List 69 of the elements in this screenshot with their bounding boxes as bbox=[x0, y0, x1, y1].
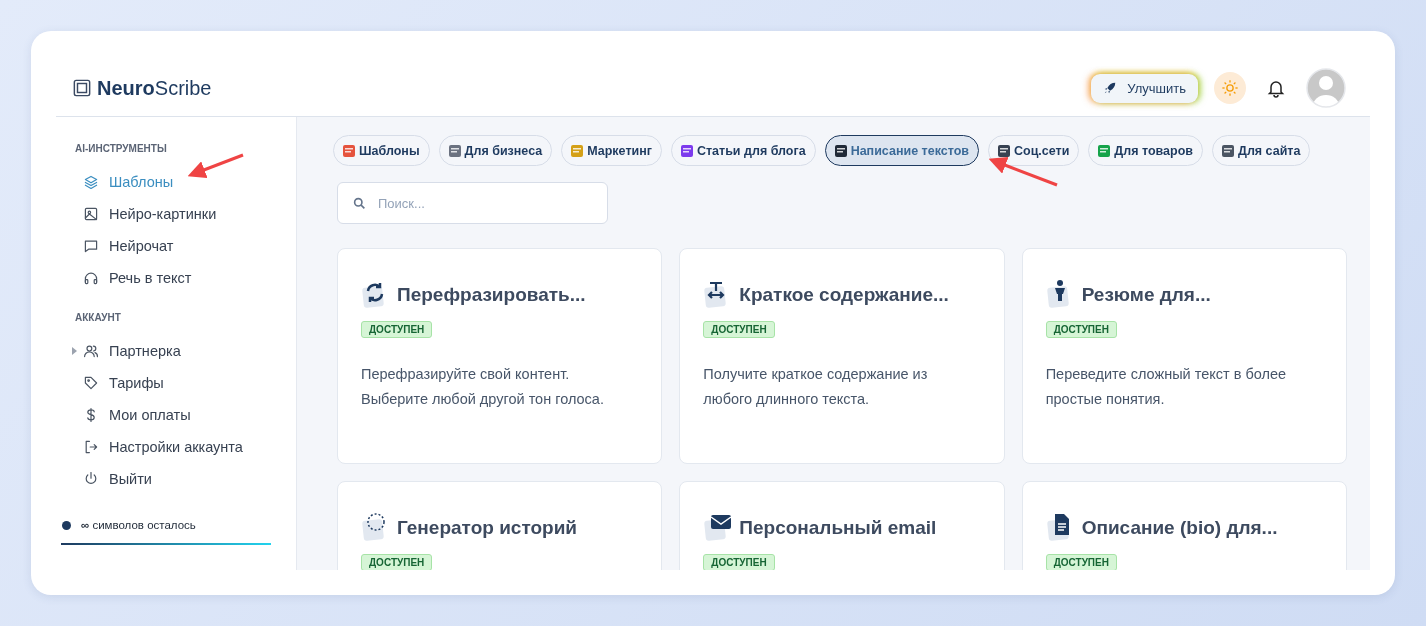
sidebar-item[interactable]: Шаблоны bbox=[75, 166, 296, 198]
logout-icon bbox=[83, 439, 99, 455]
card-title: Резюме для... bbox=[1081, 284, 1211, 306]
annotation-arrow bbox=[988, 156, 1058, 187]
category-chip[interactable]: Для бизнеса bbox=[438, 135, 553, 166]
status-badge: ДОСТУПЕН bbox=[703, 321, 775, 338]
note-icon bbox=[1097, 143, 1112, 158]
card-title: Генератор историй bbox=[397, 517, 577, 539]
headphones-icon bbox=[83, 270, 99, 286]
category-chip[interactable]: Статьи для блога bbox=[670, 135, 816, 166]
logo-icon bbox=[73, 79, 91, 97]
status-badge: ДОСТУПЕН bbox=[361, 554, 433, 570]
sidebar-item[interactable]: Выйти bbox=[75, 463, 296, 495]
card-title: Краткое содержание... bbox=[739, 284, 949, 306]
sidebar-item[interactable]: Настройки аккаунта bbox=[75, 431, 296, 463]
note-icon bbox=[833, 143, 848, 158]
layers-icon bbox=[83, 174, 99, 190]
sidebar-item[interactable]: Речь в текст bbox=[75, 262, 296, 294]
sun-icon[interactable] bbox=[1214, 72, 1246, 104]
category-chip[interactable]: Шаблоны bbox=[333, 135, 430, 166]
avatar[interactable] bbox=[1306, 68, 1346, 108]
tag-icon bbox=[83, 375, 99, 391]
card-description: Перефразируйте свой контент. Выберите любой другой тон голоса. bbox=[361, 365, 605, 409]
status-badge: ДОСТУПЕН bbox=[361, 321, 433, 338]
note-icon bbox=[342, 143, 356, 158]
template-card[interactable]: Краткое содержание... ДОСТУПЕН Получите краткое содержание из любого длинного текста. bbox=[679, 248, 1005, 464]
category-chip[interactable]: Для товаров bbox=[1088, 135, 1203, 166]
rocket-icon bbox=[1103, 81, 1118, 95]
sidebar-item[interactable]: Нейрочат bbox=[75, 230, 296, 262]
template-card[interactable]: Резюме для... ДОСТУПЕН Переведите сложный текст в более простые понятия. bbox=[1021, 248, 1347, 464]
status-badge: ДОСТУПЕН bbox=[703, 554, 775, 570]
card-title: Перефразировать... bbox=[397, 284, 586, 306]
note-icon bbox=[996, 143, 1011, 158]
card-title: Описание (bio) для... bbox=[1081, 517, 1278, 539]
sidebar-item[interactable]: Тарифы bbox=[75, 367, 296, 399]
notification-bell-icon[interactable] bbox=[1266, 78, 1286, 98]
category-chip[interactable]: Маркетинг bbox=[561, 135, 662, 166]
category-chip[interactable]: Написание текстов bbox=[824, 135, 979, 166]
note-icon bbox=[447, 143, 462, 158]
users-icon bbox=[83, 343, 99, 359]
image-icon bbox=[83, 206, 99, 222]
sidebar-item[interactable]: Партнерка bbox=[75, 335, 296, 367]
template-card[interactable]: Описание (bio) для... ДОСТУПЕН bbox=[1021, 481, 1347, 570]
upgrade-button[interactable]: Улучшить bbox=[1091, 73, 1198, 103]
category-chip[interactable]: Для сайта bbox=[1212, 135, 1311, 166]
sidebar-item[interactable]: Мои оплаты bbox=[75, 399, 296, 431]
status-badge: ДОСТУПЕН bbox=[1045, 554, 1117, 570]
search-field[interactable]: Поиск... bbox=[337, 182, 608, 224]
category-chip[interactable]: Соц.сети bbox=[987, 135, 1080, 166]
sidebar-item[interactable]: Нейро-картинки bbox=[75, 198, 296, 230]
annotation-arrow bbox=[187, 153, 244, 179]
credits-remaining: ∞ символов осталось bbox=[81, 519, 196, 531]
status-badge: ДОСТУПЕН bbox=[1045, 321, 1117, 338]
section-heading: AI-ИНСТРУМЕНТЫ bbox=[75, 143, 168, 154]
card-description: Получите краткое содержание из любого длинного текста. bbox=[703, 365, 929, 409]
template-card[interactable]: Генератор историй ДОСТУПЕН bbox=[337, 481, 663, 570]
note-icon bbox=[1221, 143, 1235, 158]
template-card[interactable]: Персональный email ДОСТУПЕН bbox=[679, 481, 1005, 570]
card-description: Переведите сложный текст в более простые понятия. bbox=[1045, 365, 1288, 409]
card-title: Персональный email bbox=[739, 517, 937, 539]
note-icon bbox=[570, 143, 585, 158]
note-icon bbox=[679, 143, 694, 158]
template-card[interactable]: Перефразировать... ДОСТУПЕН Перефразируйте свой контент. Выберите любой другой тон голоса. bbox=[337, 248, 663, 464]
chat-bubble-icon bbox=[83, 238, 99, 254]
caret-icon[interactable] bbox=[72, 347, 77, 355]
power-icon bbox=[83, 471, 99, 487]
brand-logo-text: NeuroScribe bbox=[97, 76, 212, 100]
status-dot-icon bbox=[62, 520, 71, 530]
section-heading: АККАУНТ bbox=[75, 312, 122, 323]
